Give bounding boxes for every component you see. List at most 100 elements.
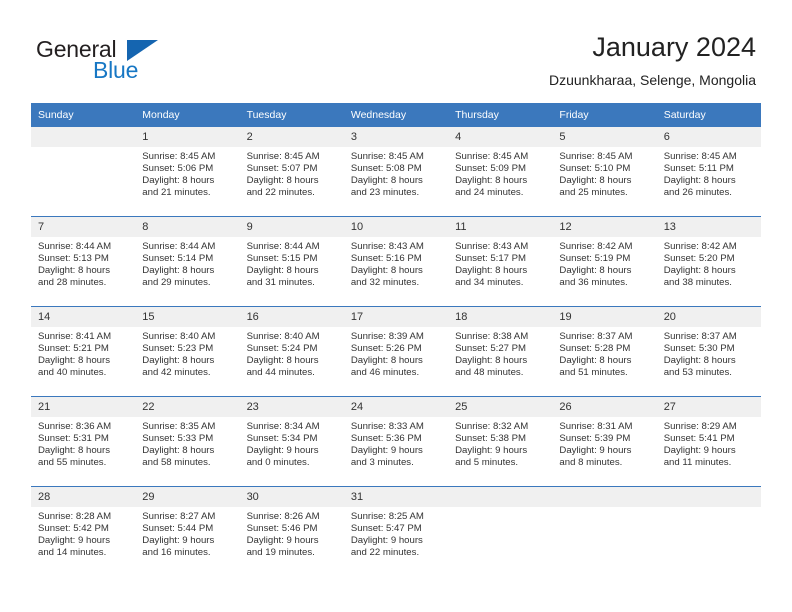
sunset-text: Sunset: 5:42 PM [38, 522, 109, 534]
day-details: Sunrise: 8:36 AM Sunset: 5:31 PM Daylight:… [31, 417, 135, 469]
calendar-week-row: 28 Sunrise: 8:28 AM Sunset: 5:42 PM Dayligh… [31, 486, 761, 576]
daylight-text: and 28 minutes. [38, 276, 107, 288]
logo-text-blue: Blue [93, 57, 139, 83]
calendar-day-cell[interactable]: 7 Sunrise: 8:44 AM Sunset: 5:13 PM Daylight… [31, 216, 136, 307]
calendar-day-cell[interactable]: 13 Sunrise: 8:42 AM Sunset: 5:20 PM Dayligh… [656, 216, 761, 307]
sunrise-text: Sunrise: 8:44 AM [246, 241, 320, 252]
sunset-text: Sunset: 5:47 PM [350, 522, 422, 534]
calendar-day-cell[interactable]: 11 Sunrise: 8:43 AM Sunset: 5:17 PM Dayligh… [448, 216, 553, 307]
calendar-day-cell[interactable]: 25 Sunrise: 8:32 AM Sunset: 5:38 PM Dayligh… [448, 396, 553, 487]
day-details: Sunrise: 8:38 AM Sunset: 5:27 PM Daylight:… [448, 327, 552, 379]
calendar-week-row: 14 Sunrise: 8:41 AM Sunset: 5:21 PM Dayligh… [31, 306, 761, 397]
sunrise-text: Sunrise: 8:45 AM [663, 151, 737, 162]
daylight-text: Daylight: 8 hours [38, 444, 110, 456]
daylight-text: Daylight: 8 hours [142, 444, 215, 456]
calendar-day-cell[interactable]: 21 Sunrise: 8:36 AM Sunset: 5:31 PM Dayligh… [31, 396, 136, 487]
daylight-text: and 22 minutes. [350, 546, 420, 558]
day-number: 1 [135, 127, 240, 147]
calendar-day-cell[interactable]: 17 Sunrise: 8:39 AM Sunset: 5:26 PM Dayligh… [343, 306, 449, 397]
calendar-day-cell[interactable]: 31 Sunrise: 8:25 AM Sunset: 5:47 PM Dayligh… [343, 486, 449, 576]
day-number: 20 [656, 307, 761, 327]
calendar-day-cell[interactable]: 16 Sunrise: 8:40 AM Sunset: 5:24 PM Dayligh… [239, 306, 344, 397]
sunrise-text: Sunrise: 8:43 AM [455, 241, 529, 252]
daylight-text: and 23 minutes. [350, 186, 420, 198]
calendar-day-cell[interactable]: 24 Sunrise: 8:33 AM Sunset: 5:36 PM Dayligh… [343, 396, 449, 487]
sunrise-text: Sunrise: 8:34 AM [246, 421, 320, 432]
day-number: 2 [239, 127, 344, 147]
daylight-text: and 44 minutes. [246, 366, 315, 378]
day-details: Sunrise: 8:34 AM Sunset: 5:34 PM Daylight:… [240, 417, 344, 469]
daylight-text: Daylight: 8 hours [663, 354, 736, 366]
calendar-day-cell-empty [448, 486, 553, 576]
calendar-day-cell[interactable]: 6 Sunrise: 8:45 AM Sunset: 5:11 PM Daylight… [656, 126, 761, 217]
daylight-text: Daylight: 8 hours [246, 264, 319, 276]
page-header: General Blue January 2024 Dzuunkharaa, S… [0, 0, 792, 100]
calendar-day-cell[interactable]: 8 Sunrise: 8:44 AM Sunset: 5:14 PM Daylight… [135, 216, 240, 307]
sunset-text: Sunset: 5:21 PM [38, 342, 109, 354]
sunset-text: Sunset: 5:06 PM [142, 162, 214, 174]
day-details [552, 507, 656, 511]
calendar-day-cell[interactable]: 20 Sunrise: 8:37 AM Sunset: 5:30 PM Dayligh… [656, 306, 761, 397]
calendar-day-cell[interactable]: 28 Sunrise: 8:28 AM Sunset: 5:42 PM Dayligh… [31, 486, 136, 576]
calendar-week-row: 1 Sunrise: 8:45 AM Sunset: 5:06 PM Daylight… [31, 126, 761, 217]
daylight-text: and 24 minutes. [455, 186, 524, 198]
day-number: 25 [448, 397, 553, 417]
sunset-text: Sunset: 5:31 PM [38, 432, 109, 444]
sunset-text: Sunset: 5:15 PM [246, 252, 318, 264]
daylight-text: and 38 minutes. [663, 276, 732, 288]
sunrise-text: Sunrise: 8:45 AM [559, 151, 633, 162]
calendar-day-cell[interactable]: 2 Sunrise: 8:45 AM Sunset: 5:07 PM Daylight… [239, 126, 344, 217]
calendar-day-cell[interactable]: 18 Sunrise: 8:38 AM Sunset: 5:27 PM Dayligh… [448, 306, 553, 397]
daylight-text: Daylight: 8 hours [38, 264, 110, 276]
calendar-day-cell[interactable]: 29 Sunrise: 8:27 AM Sunset: 5:44 PM Dayligh… [135, 486, 240, 576]
sunrise-text: Sunrise: 8:44 AM [142, 241, 216, 252]
day-details: Sunrise: 8:31 AM Sunset: 5:39 PM Daylight:… [552, 417, 656, 469]
day-details: Sunrise: 8:43 AM Sunset: 5:16 PM Daylight:… [344, 237, 448, 289]
daylight-text: and 22 minutes. [246, 186, 315, 198]
sunset-text: Sunset: 5:36 PM [350, 432, 422, 444]
day-details: Sunrise: 8:39 AM Sunset: 5:26 PM Daylight:… [344, 327, 448, 379]
day-number: 8 [135, 217, 240, 237]
calendar-day-cell[interactable]: 27 Sunrise: 8:29 AM Sunset: 5:41 PM Dayligh… [656, 396, 761, 487]
daylight-text: Daylight: 9 hours [663, 444, 736, 456]
day-details: Sunrise: 8:44 AM Sunset: 5:13 PM Daylight:… [31, 237, 135, 289]
calendar-day-cell[interactable]: 10 Sunrise: 8:43 AM Sunset: 5:16 PM Dayligh… [343, 216, 449, 307]
calendar-day-cell[interactable]: 19 Sunrise: 8:37 AM Sunset: 5:28 PM Dayligh… [552, 306, 657, 397]
sunset-text: Sunset: 5:20 PM [663, 252, 735, 264]
general-blue-logo[interactable]: General Blue [36, 36, 236, 84]
calendar-week-row: 7 Sunrise: 8:44 AM Sunset: 5:13 PM Daylight… [31, 216, 761, 307]
calendar-day-cell[interactable]: 5 Sunrise: 8:45 AM Sunset: 5:10 PM Daylight… [552, 126, 657, 217]
sunrise-text: Sunrise: 8:37 AM [559, 331, 633, 342]
sunrise-text: Sunrise: 8:45 AM [142, 151, 216, 162]
day-number: 10 [343, 217, 449, 237]
sunrise-text: Sunrise: 8:44 AM [38, 241, 112, 252]
daylight-text: Daylight: 8 hours [350, 264, 423, 276]
daylight-text: and 3 minutes. [350, 456, 414, 468]
sunrise-text: Sunrise: 8:37 AM [663, 331, 737, 342]
calendar-day-cell[interactable]: 3 Sunrise: 8:45 AM Sunset: 5:08 PM Daylight… [343, 126, 449, 217]
day-details: Sunrise: 8:45 AM Sunset: 5:07 PM Daylight:… [240, 147, 344, 199]
day-details [31, 147, 135, 151]
sunrise-text: Sunrise: 8:38 AM [455, 331, 529, 342]
calendar-day-cell[interactable]: 23 Sunrise: 8:34 AM Sunset: 5:34 PM Dayligh… [239, 396, 344, 487]
day-number: 24 [343, 397, 449, 417]
daylight-text: and 5 minutes. [455, 456, 519, 468]
calendar-day-cell[interactable]: 30 Sunrise: 8:26 AM Sunset: 5:46 PM Dayligh… [239, 486, 344, 576]
calendar-day-cell[interactable]: 26 Sunrise: 8:31 AM Sunset: 5:39 PM Dayligh… [552, 396, 657, 487]
calendar-day-cell[interactable]: 9 Sunrise: 8:44 AM Sunset: 5:15 PM Daylight… [239, 216, 344, 307]
calendar-day-cell[interactable]: 22 Sunrise: 8:35 AM Sunset: 5:33 PM Dayligh… [135, 396, 240, 487]
daylight-text: Daylight: 8 hours [455, 264, 528, 276]
daylight-text: and 58 minutes. [142, 456, 211, 468]
calendar-day-cell[interactable]: 4 Sunrise: 8:45 AM Sunset: 5:09 PM Daylight… [448, 126, 553, 217]
calendar-day-cell[interactable]: 14 Sunrise: 8:41 AM Sunset: 5:21 PM Dayligh… [31, 306, 136, 397]
calendar-day-cell[interactable]: 12 Sunrise: 8:42 AM Sunset: 5:19 PM Dayligh… [552, 216, 657, 307]
calendar-day-cell[interactable]: 15 Sunrise: 8:40 AM Sunset: 5:23 PM Dayligh… [135, 306, 240, 397]
calendar-day-cell[interactable]: 1 Sunrise: 8:45 AM Sunset: 5:06 PM Daylight… [135, 126, 240, 217]
page-subtitle: Dzuunkharaa, Selenge, Mongolia [548, 72, 756, 88]
daylight-text: and 16 minutes. [142, 546, 211, 558]
day-number: 3 [343, 127, 449, 147]
daylight-text: and 53 minutes. [663, 366, 732, 378]
daylight-text: Daylight: 9 hours [38, 534, 110, 546]
weekday-header-sunday: Sunday [31, 103, 136, 127]
title-block: January 2024 Dzuunkharaa, Selenge, Mongo… [549, 30, 756, 91]
